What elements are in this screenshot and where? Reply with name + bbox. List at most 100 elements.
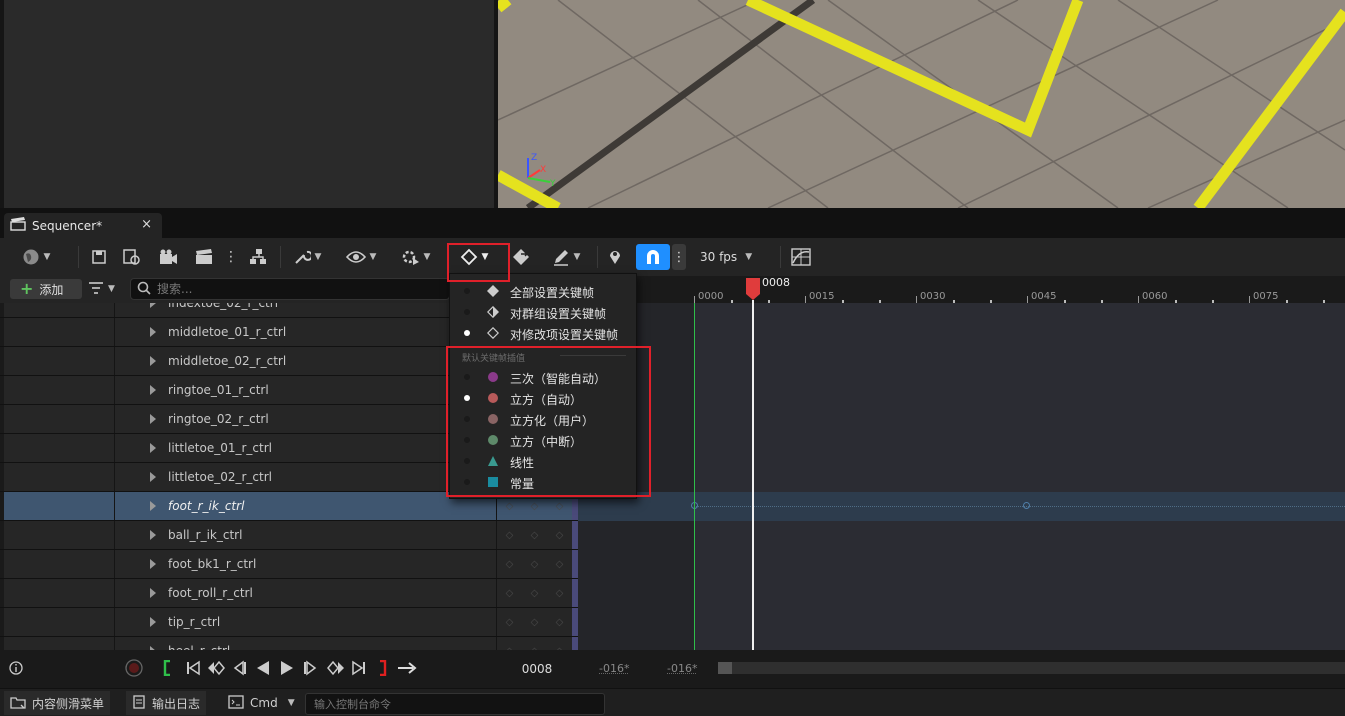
- set-end-button[interactable]: [376, 659, 390, 679]
- expand-arrow-icon[interactable]: [150, 443, 156, 453]
- menu-item-key-changed[interactable]: 对修改项设置关键帧: [450, 323, 638, 344]
- track-area[interactable]: [578, 303, 1345, 650]
- tab-sequencer[interactable]: Sequencer* ×: [4, 213, 162, 238]
- add-key-icon[interactable]: ◇: [531, 559, 539, 570]
- save-button[interactable]: [88, 244, 110, 270]
- add-key-icon[interactable]: ◇: [531, 530, 539, 541]
- expand-arrow-icon[interactable]: [150, 501, 156, 511]
- next-key-icon[interactable]: ◇: [556, 617, 564, 628]
- snap-toggle-button[interactable]: [636, 244, 670, 270]
- keyframe-marker[interactable]: [1023, 502, 1030, 509]
- add-track-button[interactable]: + 添加: [10, 279, 82, 299]
- next-frame-button[interactable]: [302, 660, 320, 678]
- snap-options-button[interactable]: ⋮: [672, 244, 686, 270]
- radio-indicator: [464, 437, 470, 443]
- browse-button[interactable]: [120, 244, 144, 270]
- prev-key-icon[interactable]: ◇: [506, 530, 514, 541]
- play-button[interactable]: [278, 660, 296, 678]
- add-key-icon[interactable]: ◇: [531, 617, 539, 628]
- prev-key-button[interactable]: [206, 660, 226, 678]
- current-frame-field[interactable]: 0008: [495, 657, 579, 681]
- expand-arrow-icon[interactable]: [150, 385, 156, 395]
- track-row[interactable]: heel_r_ctrl◇◇◇: [0, 637, 578, 650]
- loop-button[interactable]: [396, 660, 418, 678]
- playhead-handle[interactable]: [746, 278, 760, 300]
- view-options-button[interactable]: ▼: [342, 244, 380, 270]
- search-field[interactable]: [130, 278, 450, 300]
- circle-icon: [487, 371, 499, 383]
- prev-key-icon[interactable]: ◇: [506, 501, 514, 512]
- cmd-dropdown[interactable]: Cmd ▼: [222, 691, 301, 715]
- key-nav-buttons: ◇ ◇ ◇: [496, 608, 572, 636]
- jump-to-start-button[interactable]: [184, 660, 202, 678]
- menu-item-interp-auto[interactable]: 立方（自动）: [450, 388, 638, 409]
- level-viewport[interactable]: Z X Y: [498, 0, 1345, 208]
- record-button[interactable]: [124, 658, 144, 678]
- expand-arrow-icon[interactable]: [150, 617, 156, 627]
- output-log-label: 输出日志: [152, 696, 201, 711]
- track-name: littletoe_01_r_ctrl: [168, 441, 272, 455]
- next-key-icon[interactable]: ◇: [556, 501, 564, 512]
- next-key-icon[interactable]: ◇: [556, 530, 564, 541]
- track-row[interactable]: ball_r_ik_ctrl ◇ ◇ ◇: [0, 521, 578, 550]
- prev-key-icon[interactable]: ◇: [506, 588, 514, 599]
- add-key-icon[interactable]: ◇: [531, 501, 539, 512]
- key-mode-button[interactable]: ▼: [452, 244, 496, 270]
- track-row[interactable]: foot_roll_r_ctrl ◇ ◇ ◇: [0, 579, 578, 608]
- add-key-icon[interactable]: ◇: [531, 588, 539, 599]
- content-drawer-button[interactable]: 内容侧滑菜单: [4, 691, 111, 715]
- hierarchy-button[interactable]: [246, 244, 270, 270]
- world-settings-button[interactable]: ▼: [16, 244, 56, 270]
- menu-item-interp-constant[interactable]: 常量: [450, 472, 638, 493]
- scrollbar-thumb[interactable]: [718, 662, 732, 674]
- next-key-icon[interactable]: ◇: [556, 559, 564, 570]
- create-camera-button[interactable]: [192, 244, 216, 270]
- expand-arrow-icon[interactable]: [150, 530, 156, 540]
- next-key-button[interactable]: [326, 660, 346, 678]
- menu-item-interp-smart-auto[interactable]: 三次（智能自动）: [450, 367, 638, 388]
- fps-dropdown[interactable]: 30 fps ▼: [692, 244, 762, 270]
- set-start-button[interactable]: [160, 659, 174, 678]
- playback-options-button[interactable]: ▼: [396, 244, 434, 270]
- render-movie-button[interactable]: [156, 244, 180, 270]
- bracket-end-icon: [378, 659, 388, 679]
- expand-arrow-icon[interactable]: [150, 588, 156, 598]
- key-group-button[interactable]: [510, 244, 534, 270]
- menu-item-key-group[interactable]: 对群组设置关键帧: [450, 302, 638, 323]
- tools-menu-button[interactable]: ▼: [288, 244, 326, 270]
- menu-item-interp-user[interactable]: 立方化（用户）: [450, 409, 638, 430]
- start-range-field[interactable]: -016*: [599, 662, 629, 675]
- close-icon[interactable]: ×: [141, 217, 152, 232]
- filter-button[interactable]: ▼: [88, 279, 124, 299]
- prev-key-icon[interactable]: ◇: [506, 617, 514, 628]
- prev-frame-button[interactable]: [230, 660, 248, 678]
- more-options-button[interactable]: ⋮: [224, 244, 238, 270]
- expand-arrow-icon[interactable]: [150, 414, 156, 424]
- horizontal-scrollbar[interactable]: [718, 662, 1345, 674]
- expand-arrow-icon[interactable]: [150, 356, 156, 366]
- jump-to-end-button[interactable]: [350, 660, 368, 678]
- play-reverse-button[interactable]: [254, 660, 272, 678]
- curve-editor-button[interactable]: [788, 244, 814, 270]
- menu-item-label: 立方（自动）: [510, 393, 583, 407]
- expand-arrow-icon[interactable]: [150, 559, 156, 569]
- console-command-input[interactable]: 输入控制台命令: [305, 693, 605, 715]
- menu-item-key-all[interactable]: 全部设置关键帧: [450, 281, 638, 302]
- edit-mode-button[interactable]: ▼: [548, 244, 584, 270]
- info-button[interactable]: [8, 660, 24, 678]
- add-label: 添加: [39, 282, 64, 297]
- menu-item-interp-break[interactable]: 立方（中断）: [450, 430, 638, 451]
- track-row[interactable]: foot_bk1_r_ctrl ◇ ◇ ◇: [0, 550, 578, 579]
- track-row[interactable]: tip_r_ctrl ◇ ◇ ◇: [0, 608, 578, 637]
- expand-arrow-icon[interactable]: [150, 472, 156, 482]
- timeline-ruler[interactable]: 0000 0015 0030 0045 0060 0075: [578, 276, 1345, 303]
- search-input[interactable]: [157, 282, 437, 296]
- menu-item-interp-linear[interactable]: 线性: [450, 451, 638, 472]
- expand-arrow-icon[interactable]: [150, 327, 156, 337]
- prev-key-icon[interactable]: ◇: [506, 559, 514, 570]
- next-key-icon[interactable]: ◇: [556, 588, 564, 599]
- marker-button[interactable]: [606, 244, 624, 270]
- output-log-button[interactable]: 输出日志: [126, 691, 207, 715]
- end-range-field[interactable]: -016*: [667, 662, 697, 675]
- expand-arrow-icon[interactable]: [150, 303, 156, 308]
